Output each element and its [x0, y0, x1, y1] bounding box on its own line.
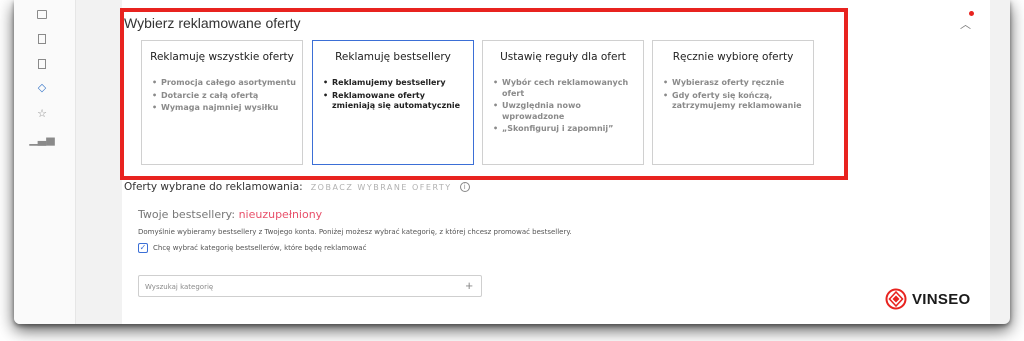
- info-icon[interactable]: i: [459, 182, 470, 192]
- card-title: Ręcznie wybiorę oferty: [672, 51, 794, 63]
- bestsellers-label: Twoje bestsellery:: [138, 208, 236, 221]
- card-title: Reklamuję wszystkie oferty: [150, 51, 294, 63]
- list-item: Gdy oferty się kończą, zatrzymujemy rekl…: [663, 91, 807, 112]
- sidebar-item-documents[interactable]: [36, 33, 48, 45]
- selected-offers-label: Oferty wybrane do reklamowania:: [124, 181, 303, 193]
- card-title: Ustawię reguły dla ofert: [500, 51, 626, 63]
- category-search[interactable]: +: [138, 275, 482, 297]
- star-icon: ☆: [37, 108, 47, 120]
- list-item: Wybór cech reklamowanych ofert: [493, 78, 637, 99]
- bestsellers-description: Domyślnie wybieramy bestsellery z Twojeg…: [138, 228, 572, 236]
- list-item: „Skonfiguruj i zapomnij”: [493, 124, 637, 135]
- checkbox-label[interactable]: Chcę wybrać kategorię bestsellerów, któr…: [153, 244, 366, 252]
- dashboard-icon: [37, 9, 47, 19]
- vinseo-logo-mark-icon: [885, 288, 907, 310]
- card-features: Promocja całego asortymentu Dotarcie z c…: [152, 78, 302, 114]
- list-item: Promocja całego asortymentu: [152, 78, 296, 89]
- selected-offers-row: Oferty wybrane do reklamowania: ZOBACZ W…: [124, 181, 470, 193]
- card-title: Reklamuję bestsellery: [335, 51, 451, 63]
- sidebar-item-dashboard[interactable]: [36, 8, 48, 20]
- sidebar-item-ads[interactable]: ◇: [36, 82, 48, 94]
- sidebar: ◇ ☆ ▁▃▅: [14, 0, 76, 324]
- card-features: Wybierasz oferty ręcznie Gdy oferty się …: [663, 78, 813, 112]
- list-item: Reklamowane oferty zmieniają się automat…: [323, 91, 467, 112]
- report-icon: [38, 59, 46, 69]
- category-search-input[interactable]: [139, 277, 449, 297]
- chart-icon: ▁▃▅: [29, 134, 55, 146]
- sidebar-item-favorites[interactable]: ☆: [36, 108, 48, 120]
- offer-card-bestsellers[interactable]: Reklamuję bestsellery Reklamujemy bestse…: [312, 40, 474, 165]
- offer-card-all[interactable]: Reklamuję wszystkie oferty Promocja całe…: [141, 40, 303, 165]
- offer-card-manual[interactable]: Ręcznie wybiorę oferty Wybierasz oferty …: [652, 40, 814, 165]
- bestsellers-status: nieuzupełniony: [238, 208, 323, 221]
- sidebar-item-analytics[interactable]: ▁▃▅: [29, 134, 54, 146]
- list-item: Reklamujemy bestsellery: [323, 78, 467, 89]
- list-item: Uwzględnia nowo wprowadzone: [493, 101, 637, 122]
- category-checkbox-row[interactable]: ✓ Chcę wybrać kategorię bestsellerów, kt…: [138, 243, 366, 253]
- list-item: Dotarcie z całą ofertą: [152, 91, 296, 102]
- section-title: Wybierz reklamowane oferty: [124, 15, 301, 31]
- checkmark-icon: ✓: [139, 243, 147, 252]
- logo-text: VINSEO: [912, 290, 971, 308]
- see-selected-offers-link[interactable]: ZOBACZ WYBRANE OFERTY: [311, 183, 452, 192]
- offer-card-rules[interactable]: Ustawię reguły dla ofert Wybór cech rekl…: [482, 40, 644, 165]
- sidebar-item-reports[interactable]: [36, 58, 48, 70]
- notification-dot: [969, 11, 974, 16]
- collapse-chevron-icon[interactable]: ︿: [960, 16, 971, 31]
- vinseo-logo: VINSEO: [885, 288, 970, 310]
- card-features: Reklamujemy bestsellery Reklamowane ofer…: [323, 78, 473, 112]
- add-category-plus-icon[interactable]: +: [465, 279, 473, 293]
- tag-icon: ◇: [37, 82, 47, 94]
- card-features: Wybór cech reklamowanych ofert Uwzględni…: [493, 78, 643, 135]
- category-checkbox[interactable]: ✓: [138, 243, 148, 253]
- document-icon: [38, 34, 46, 44]
- list-item: Wybierasz oferty ręcznie: [663, 78, 807, 89]
- list-item: Wymaga najmniej wysiłku: [152, 103, 296, 114]
- bestsellers-heading: Twoje bestsellery: nieuzupełniony: [138, 208, 322, 221]
